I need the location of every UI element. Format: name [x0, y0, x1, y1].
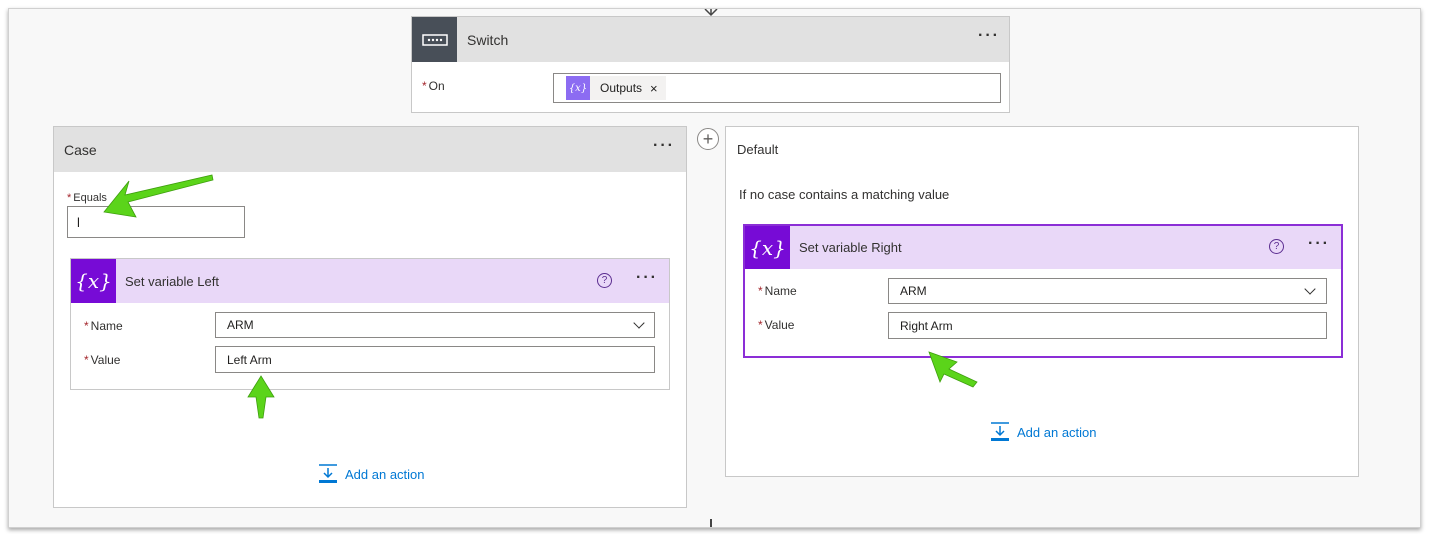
set-variable-left-card[interactable]: {x} Set variable Left ? ··· * Name ARM * V…	[70, 258, 670, 390]
action-menu-icon[interactable]: ···	[636, 270, 658, 286]
default-add-action-label: Add an action	[1017, 424, 1097, 440]
help-icon[interactable]: ?	[1269, 239, 1284, 254]
add-case-button[interactable]: +	[697, 128, 719, 150]
case-title: Case	[64, 141, 97, 158]
name-label: * Name	[84, 319, 123, 333]
equals-input[interactable]: l	[67, 206, 245, 238]
remove-token-icon[interactable]: ×	[650, 81, 658, 96]
name-dropdown-value: ARM	[227, 318, 254, 332]
switch-icon	[412, 17, 457, 62]
flow-canvas: Switch ··· * On {x} Outputs × + Case ··· …	[8, 8, 1421, 528]
default-card[interactable]: Default If no case contains a matching v…	[725, 126, 1359, 477]
switch-card[interactable]: Switch ··· * On {x} Outputs ×	[411, 16, 1010, 113]
add-action-icon	[318, 464, 338, 484]
name-dropdown[interactable]: ARM	[215, 312, 655, 338]
switch-menu-icon[interactable]: ···	[978, 28, 1000, 44]
outputs-token-label: Outputs	[600, 81, 643, 95]
switch-title: Switch	[467, 31, 509, 48]
value-label: * Value	[758, 318, 795, 332]
name-dropdown[interactable]: ARM	[888, 278, 1327, 304]
name-dropdown-value: ARM	[900, 284, 927, 298]
value-input[interactable]: Right Arm	[888, 312, 1327, 339]
case-card[interactable]: Case ··· * Equals l {x} Set variable Left…	[53, 126, 687, 508]
case-add-action-button[interactable]: Add an action	[318, 464, 425, 484]
switch-header[interactable]: Switch	[412, 17, 1009, 62]
set-variable-right-title: Set variable Right	[799, 240, 902, 255]
bottom-connector	[710, 519, 712, 527]
name-label: * Name	[758, 284, 797, 298]
variable-icon: {x}	[745, 226, 790, 269]
set-variable-left-header[interactable]: {x} Set variable Left	[71, 259, 669, 303]
default-description: If no case contains a matching value	[739, 187, 950, 202]
equals-label: * Equals	[67, 192, 107, 204]
default-add-action-button[interactable]: Add an action	[990, 422, 1097, 442]
help-icon[interactable]: ?	[597, 273, 612, 288]
set-variable-left-title: Set variable Left	[125, 273, 219, 289]
case-menu-icon[interactable]: ···	[653, 138, 675, 154]
outputs-token[interactable]: {x} Outputs ×	[566, 76, 666, 100]
set-variable-right-card[interactable]: {x} Set variable Right ? ··· * Name ARM *…	[743, 224, 1343, 358]
variable-token-icon: {x}	[566, 76, 590, 100]
action-menu-icon[interactable]: ···	[1308, 236, 1330, 252]
on-input[interactable]: {x} Outputs ×	[553, 73, 1001, 103]
case-add-action-label: Add an action	[345, 466, 425, 482]
value-input[interactable]: Left Arm	[215, 346, 655, 373]
value-label: * Value	[84, 353, 121, 367]
add-action-icon	[990, 422, 1010, 442]
on-label: * On	[422, 79, 445, 93]
variable-icon: {x}	[71, 259, 116, 303]
set-variable-right-header[interactable]: {x} Set variable Right	[745, 226, 1341, 269]
case-header[interactable]: Case	[54, 127, 686, 172]
default-title: Default	[737, 142, 779, 157]
